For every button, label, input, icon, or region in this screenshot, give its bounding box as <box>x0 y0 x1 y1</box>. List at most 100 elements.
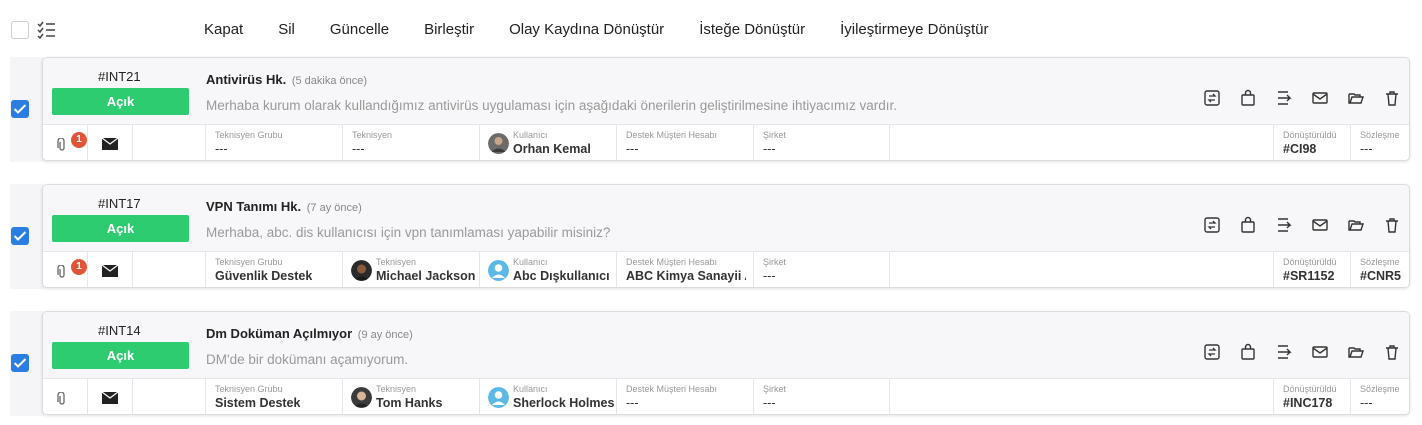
row-checkbox[interactable] <box>11 100 29 118</box>
user-value: Sherlock Holmes <box>513 396 615 410</box>
paperclip-icon <box>57 265 65 278</box>
ticket-row: #INT14 Açık Dm Doküman Açılmıyor (9 ay ö… <box>10 311 1412 416</box>
contract-cell: Sözleşme --- <box>1351 379 1409 414</box>
technician-cell: Teknisyen Tom Hanks <box>343 379 480 414</box>
customer-account-cell: Destek Müşteri Hesabı ABC Kimya Sanayii … <box>617 252 754 287</box>
customer-account-cell: Destek Müşteri Hesabı --- <box>617 125 754 160</box>
user-cell: Kullanıcı Sherlock Holmes <box>480 379 617 414</box>
user-cell: Kullanıcı Orhan Kemal <box>480 125 617 160</box>
technician-cell: Teknisyen --- <box>343 125 480 160</box>
company-cell: Şirket --- <box>754 125 890 160</box>
ticket-row: #INT21 Açık Antivirüs Hk. (5 dakika önce… <box>10 57 1412 162</box>
folder-icon[interactable] <box>1347 216 1365 234</box>
envelope-icon <box>102 392 118 404</box>
contract-value[interactable]: #CNR5 <box>1360 269 1409 283</box>
trash-icon[interactable] <box>1383 89 1401 107</box>
update-action[interactable]: Güncelle <box>330 21 389 38</box>
convert-icon[interactable] <box>1203 216 1221 234</box>
trash-icon[interactable] <box>1383 343 1401 361</box>
tech-group-value: Güvenlik Destek <box>215 269 313 283</box>
attachment-cell[interactable]: 1 <box>43 252 88 287</box>
folder-icon[interactable] <box>1347 343 1365 361</box>
converted-value[interactable]: #CI98 <box>1283 142 1316 156</box>
bag-icon[interactable] <box>1239 89 1257 107</box>
ticket-time: (7 ay önce) <box>306 202 362 214</box>
select-all-checkbox[interactable] <box>11 21 29 39</box>
mail-icon[interactable] <box>1311 343 1329 361</box>
user-value: Orhan Kemal <box>513 142 591 156</box>
tech-group-cell: Teknisyen Grubu Sistem Destek <box>206 379 343 414</box>
technician-cell: Teknisyen Michael Jackson <box>343 252 480 287</box>
paperclip-icon <box>57 138 65 151</box>
envelope-icon <box>102 138 118 150</box>
ticket-title[interactable]: VPN Tanımı Hk. <box>206 199 301 214</box>
contract-value[interactable]: --- <box>1360 142 1409 156</box>
ticket-title[interactable]: Dm Doküman Açılmıyor <box>206 326 352 341</box>
convert-to-request-action[interactable]: İsteğe Dönüştür <box>699 21 805 38</box>
company-value: --- <box>763 269 776 283</box>
avatar <box>351 260 372 281</box>
company-cell: Şirket --- <box>754 252 890 287</box>
convert-icon[interactable] <box>1203 89 1221 107</box>
convert-icon[interactable] <box>1203 343 1221 361</box>
ticket-id[interactable]: #INT17 <box>98 196 141 211</box>
company-cell: Şirket --- <box>754 379 890 414</box>
customer-account-value: --- <box>626 142 639 156</box>
status-badge[interactable]: Açık <box>52 88 189 115</box>
avatar <box>488 133 509 154</box>
ticket-id[interactable]: #INT21 <box>98 69 141 84</box>
contract-cell: Sözleşme #CNR5 <box>1351 252 1409 287</box>
bag-icon[interactable] <box>1239 216 1257 234</box>
converted-value[interactable]: #INC178 <box>1283 396 1332 410</box>
converted-cell: Dönüştürüldü #INC178 <box>1273 379 1351 414</box>
mail-icon[interactable] <box>1311 216 1329 234</box>
toolbar: Kapat Sil Güncelle Birleştir Olay Kaydın… <box>0 0 1422 58</box>
tech-group-cell: Teknisyen Grubu --- <box>206 125 343 160</box>
row-checkbox[interactable] <box>11 227 29 245</box>
technician-value: Tom Hanks <box>376 396 443 410</box>
transfer-icon[interactable] <box>1275 216 1293 234</box>
transfer-icon[interactable] <box>1275 89 1293 107</box>
ticket-time: (5 dakika önce) <box>291 75 368 87</box>
bulk-actions: Kapat Sil Güncelle Birleştir Olay Kaydın… <box>204 21 988 38</box>
ticket-title[interactable]: Antivirüs Hk. <box>206 72 286 87</box>
company-value: --- <box>763 396 776 410</box>
status-badge[interactable]: Açık <box>52 215 189 242</box>
ticket-description: DM'de bir dokümanı açamıyorum. <box>206 352 409 367</box>
ticket-description: Merhaba kurum olarak kullandığımız antiv… <box>206 98 898 113</box>
mail-cell[interactable] <box>88 379 133 414</box>
converted-cell: Dönüştürüldü #CI98 <box>1273 125 1351 160</box>
customer-account-value: ABC Kimya Sanayii A.Ş. <box>626 269 746 283</box>
ticket-id[interactable]: #INT14 <box>98 323 141 338</box>
tech-group-cell: Teknisyen Grubu Güvenlik Destek <box>206 252 343 287</box>
mail-cell[interactable] <box>88 125 133 160</box>
mail-icon[interactable] <box>1311 89 1329 107</box>
company-value: --- <box>763 142 776 156</box>
customer-account-value: --- <box>626 396 639 410</box>
merge-action[interactable]: Birleştir <box>424 21 474 38</box>
convert-to-incident-action[interactable]: Olay Kaydına Dönüştür <box>509 21 664 38</box>
delete-action[interactable]: Sil <box>278 21 295 38</box>
tech-group-value: --- <box>215 142 228 156</box>
ticket-card[interactable]: #INT17 Açık VPN Tanımı Hk. (7 ay önce) M… <box>42 184 1410 288</box>
transfer-icon[interactable] <box>1275 343 1293 361</box>
trash-icon[interactable] <box>1383 216 1401 234</box>
convert-to-improvement-action[interactable]: İyileştirmeye Dönüştür <box>840 21 988 38</box>
attachment-count-badge: 1 <box>71 132 87 148</box>
ticket-card[interactable]: #INT21 Açık Antivirüs Hk. (5 dakika önce… <box>42 57 1410 161</box>
customer-account-cell: Destek Müşteri Hesabı --- <box>617 379 754 414</box>
contract-value[interactable]: --- <box>1360 396 1409 410</box>
status-badge[interactable]: Açık <box>52 342 189 369</box>
user-cell: Kullanıcı Abc Dışkullanıcı <box>480 252 617 287</box>
ticket-card[interactable]: #INT14 Açık Dm Doküman Açılmıyor (9 ay ö… <box>42 311 1410 415</box>
attachment-cell[interactable] <box>43 379 88 414</box>
row-checkbox[interactable] <box>11 354 29 372</box>
converted-value[interactable]: #SR1152 <box>1283 269 1334 283</box>
mail-cell[interactable] <box>88 252 133 287</box>
close-action[interactable]: Kapat <box>204 21 243 38</box>
attachment-cell[interactable]: 1 <box>43 125 88 160</box>
checklist-icon[interactable] <box>36 20 56 40</box>
bag-icon[interactable] <box>1239 343 1257 361</box>
folder-icon[interactable] <box>1347 89 1365 107</box>
ticket-description: Merhaba, abc. dis kullanıcısı için vpn t… <box>206 225 611 240</box>
